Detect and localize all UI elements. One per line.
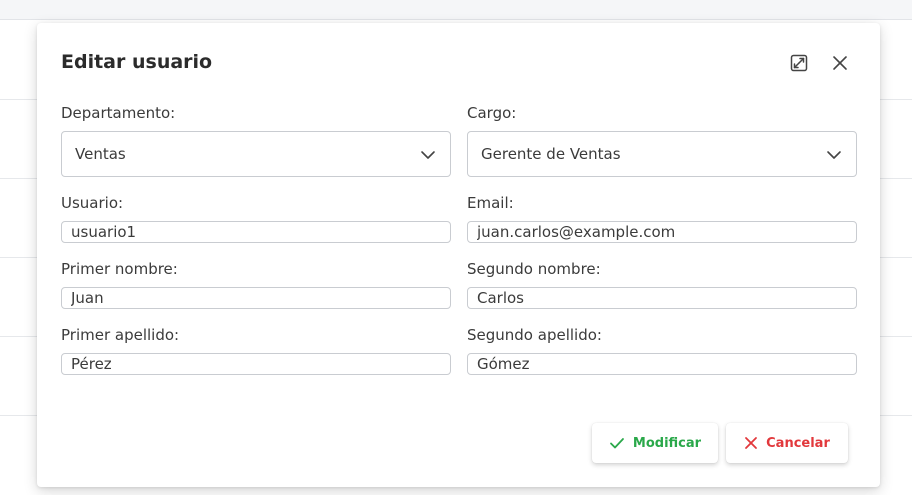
department-select-value: Ventas [75,145,126,163]
chevron-down-icon [827,151,841,159]
background-table-header [0,0,912,20]
modal-title: Editar usuario [61,51,213,73]
first-surname-label: Primer apellido: [61,326,180,344]
second-surname-field[interactable] [467,353,857,375]
close-icon[interactable] [830,53,850,73]
department-select[interactable]: Ventas [61,131,451,177]
chevron-down-icon [421,151,435,159]
email-label: Email: [467,194,514,212]
position-select-value: Gerente de Ventas [481,145,621,163]
first-name-field[interactable] [61,287,451,309]
check-icon [610,438,624,449]
middle-name-label: Segundo nombre: [467,260,601,278]
position-label: Cargo: [467,104,517,122]
position-select[interactable]: Gerente de Ventas [467,131,857,177]
username-label: Usuario: [61,194,124,212]
second-surname-label: Segundo apellido: [467,326,602,344]
cancel-button[interactable]: Cancelar [726,423,848,463]
modify-button[interactable]: Modificar [592,423,718,463]
middle-name-field[interactable] [467,287,857,309]
expand-icon[interactable] [789,53,809,73]
username-field[interactable] [61,221,451,243]
edit-user-modal: Editar usuario Departamento: Ventas Carg… [37,23,880,487]
close-icon [745,437,758,449]
email-field[interactable] [467,221,857,243]
modify-button-label: Modificar [632,435,702,451]
cancel-button-label: Cancelar [766,435,830,451]
department-label: Departamento: [61,104,176,122]
first-name-label: Primer nombre: [61,260,178,278]
first-surname-field[interactable] [61,353,451,375]
